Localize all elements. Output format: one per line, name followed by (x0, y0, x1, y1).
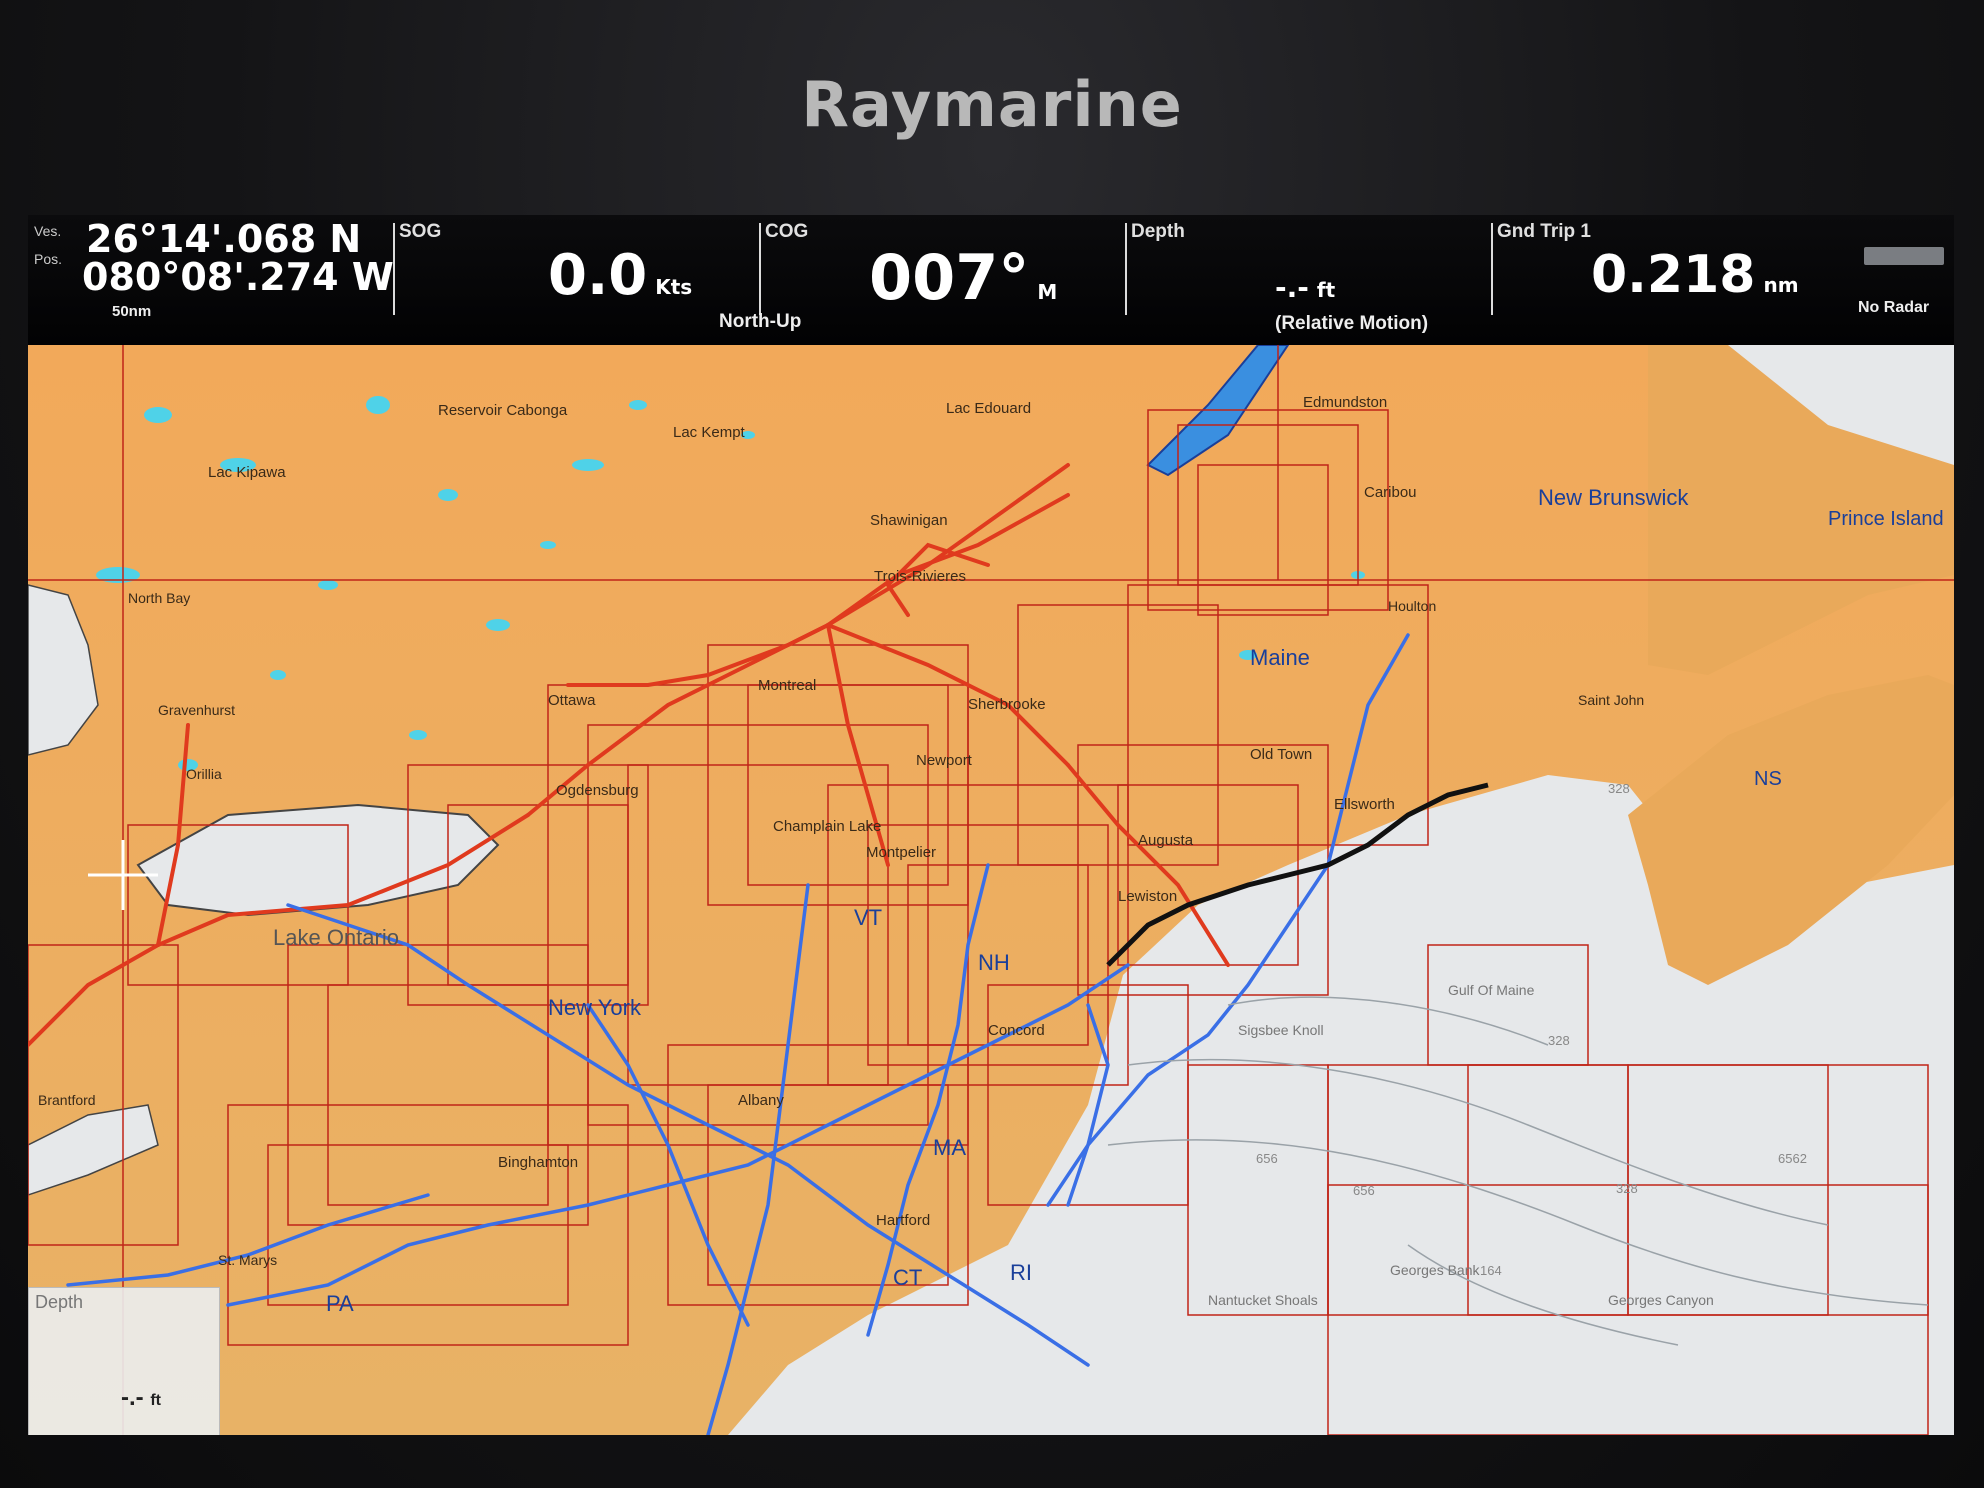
orientation-mode[interactable]: North-Up (719, 311, 801, 333)
map-label: Sherbrooke (968, 696, 1046, 713)
brand-logo: Raymarine (801, 68, 1183, 141)
map-label: Lewiston (1118, 888, 1177, 905)
map-label: Gravenhurst (158, 702, 235, 718)
map-label-region: Maine (1250, 645, 1310, 670)
map-label-region: CT (893, 1265, 922, 1290)
map-label: Ogdensburg (556, 782, 639, 799)
map-label-region: New Brunswick (1538, 485, 1689, 510)
depth-label: Depth (1131, 221, 1185, 242)
trip-label: Gnd Trip 1 (1497, 221, 1591, 242)
chart-canvas[interactable]: Reservoir Cabonga Lac Kempt Lac Edouard … (28, 345, 1954, 1435)
map-label: Orillia (186, 766, 222, 782)
trip-unit: nm (1763, 273, 1799, 297)
radar-status: No Radar (1858, 299, 1930, 316)
depth-sounding: 328 (1608, 781, 1630, 796)
map-label: Montreal (758, 677, 816, 694)
radar-icon (1864, 247, 1944, 265)
cog-label: COG (765, 221, 809, 242)
map-label: Nantucket Shoals (1208, 1292, 1318, 1308)
depth-sounding: 6562 (1778, 1151, 1807, 1166)
map-label-region: MA (933, 1135, 966, 1160)
map-label: Edmundston (1303, 394, 1387, 411)
sog-value-row: 0.0 Kts (548, 243, 692, 308)
depth-unit: ft (1316, 278, 1336, 302)
map-label: North Bay (128, 590, 190, 606)
divider (759, 223, 761, 315)
depth-widget[interactable]: Depth -.- ft (28, 1287, 220, 1435)
scale-readout: 50nm (112, 303, 152, 320)
map-label: Augusta (1138, 832, 1194, 849)
depth-value-row: -.- ft (1275, 271, 1335, 304)
motion-mode[interactable]: (Relative Motion) (1275, 313, 1428, 335)
cog-value-row: 007° M (869, 241, 1057, 314)
map-label: Caribou (1364, 484, 1417, 501)
map-label: Georges Bank (1390, 1262, 1480, 1278)
radar-cell[interactable]: No Radar (1854, 215, 1954, 335)
depth-sounding: 328 (1548, 1033, 1570, 1048)
trip-cell[interactable]: Gnd Trip 1 0.218 nm (1491, 215, 1851, 335)
map-label-region: NS (1754, 768, 1782, 790)
sog-cell[interactable]: SOG 0.0 Kts (393, 215, 755, 335)
map-label: Montpelier (866, 844, 936, 861)
depth-value: -.- (1275, 271, 1309, 304)
depth-widget-unit: ft (150, 1392, 161, 1409)
cog-cell[interactable]: COG 007° M North-Up (719, 215, 1121, 335)
map-label: Lac Kipawa (208, 464, 286, 481)
sog-label: SOG (399, 221, 442, 242)
map-label: Hartford (876, 1212, 930, 1229)
map-label-region: RI (1010, 1260, 1032, 1285)
map-label-region: New York (548, 995, 642, 1020)
map-label: Georges Canyon (1608, 1292, 1714, 1308)
map-label: Albany (738, 1092, 784, 1109)
map-label: Saint John (1578, 692, 1644, 708)
map-label: Lac Kempt (673, 424, 746, 441)
map-label: Reservoir Cabonga (438, 402, 568, 419)
cog-unit: M (1037, 280, 1058, 304)
depth-sounding: 164 (1480, 1263, 1502, 1278)
map-label: Lac Edouard (946, 400, 1031, 417)
map-label: Houlton (1388, 598, 1436, 614)
position-label-bottom: Pos. (34, 251, 63, 267)
map-label: Ellsworth (1334, 796, 1395, 813)
map-label-region: NH (978, 950, 1010, 975)
position-label-top: Ves. (34, 223, 62, 239)
trip-value-row: 0.218 nm (1591, 245, 1799, 305)
map-label: Shawinigan (870, 512, 948, 529)
map-label-region: PA (326, 1291, 354, 1316)
plotter-screen: Ves. Pos. 26°14'.068 N 080°08'.274 W 50n… (28, 215, 1954, 1435)
sog-value: 0.0 (548, 243, 648, 308)
depth-widget-value: -.- (121, 1384, 144, 1411)
divider (393, 223, 395, 315)
position-cell[interactable]: Ves. Pos. 26°14'.068 N 080°08'.274 W 50n… (28, 215, 394, 335)
depth-sounding: 656 (1256, 1151, 1278, 1166)
depth-sounding: 656 (1353, 1183, 1375, 1198)
map-label-region: Lake Ontario (273, 925, 399, 950)
depth-cell[interactable]: Depth -.- ft (Relative Motion) (1125, 215, 1487, 335)
map-label: Gulf Of Maine (1448, 982, 1535, 998)
map-label: Brantford (38, 1092, 96, 1108)
depth-widget-value-row: -.- ft (121, 1384, 161, 1412)
cog-value: 007° (869, 241, 1030, 314)
map-label: Newport (916, 752, 973, 769)
data-bar: Ves. Pos. 26°14'.068 N 080°08'.274 W 50n… (28, 215, 1954, 345)
divider (1125, 223, 1127, 315)
chart-map[interactable]: Reservoir Cabonga Lac Kempt Lac Edouard … (28, 345, 1954, 1435)
map-label-region: Prince Island (1828, 508, 1944, 530)
map-label: Champlain Lake (773, 818, 881, 835)
map-label: Ottawa (548, 692, 596, 709)
sog-unit: Kts (655, 275, 693, 299)
depth-sounding: 328 (1616, 1181, 1638, 1196)
map-label: Binghamton (498, 1154, 578, 1171)
longitude-value: 080°08'.274 W (82, 255, 394, 299)
map-label: Trois-Rivieres (874, 568, 966, 585)
map-label: Sigsbee Knoll (1238, 1022, 1324, 1038)
map-label: Concord (988, 1022, 1045, 1039)
map-label: Old Town (1250, 746, 1312, 763)
map-label: St. Marys (218, 1252, 277, 1268)
depth-widget-label: Depth (35, 1292, 84, 1312)
map-label-region: VT (854, 905, 882, 930)
trip-value: 0.218 (1591, 245, 1756, 305)
divider (1491, 223, 1493, 315)
